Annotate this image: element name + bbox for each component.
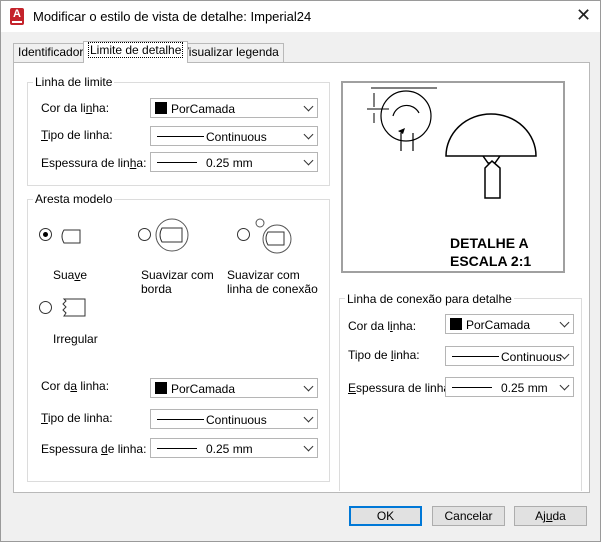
chevron-down-icon — [303, 412, 314, 423]
chevron-down-icon — [303, 155, 314, 166]
close-icon[interactable]: ✕ — [576, 6, 591, 24]
autocad-app-icon: A — [10, 8, 24, 25]
chevron-down-icon — [559, 317, 570, 328]
smooth-with-connection-icon — [255, 218, 292, 254]
linetype-sample — [452, 356, 499, 357]
boundary-color-select[interactable]: PorCamada — [150, 98, 318, 118]
connection-color-select[interactable]: PorCamada — [445, 314, 574, 334]
tab-identifier[interactable]: Identificador — [13, 43, 89, 62]
help-button[interactable]: Ajuda — [514, 506, 587, 526]
color-swatch — [155, 382, 167, 394]
window-title: Modificar o estilo de vista de detalhe: … — [33, 9, 312, 24]
connection-line-title: Linha de conexão para detalhe — [345, 292, 514, 306]
boundary-weight-label: Espessura de linha: — [41, 156, 147, 170]
radio-smooth-with-border[interactable] — [138, 228, 151, 241]
edge-type-select[interactable]: Continuous — [150, 409, 318, 429]
preview-image: DETALHE A ESCALA 2:1 — [341, 81, 565, 273]
edge-weight-select[interactable]: 0.25 mm — [150, 438, 318, 458]
lineweight-sample — [157, 448, 197, 449]
smooth-label: Suave — [53, 268, 88, 282]
connection-weight-select[interactable]: 0.25 mm — [445, 377, 574, 397]
smooth-with-border-icon — [155, 218, 189, 252]
chevron-down-icon — [303, 381, 314, 392]
smooth-edge-icon — [61, 229, 81, 244]
boundary-type-select[interactable]: Continuous — [150, 126, 318, 146]
color-swatch — [450, 318, 462, 330]
connection-weight-label: Espessura de linha: — [348, 381, 454, 395]
title-bar: A Modificar o estilo de vista de detalhe… — [1, 1, 600, 32]
tab-view-label[interactable]: Visualizar legenda — [176, 43, 284, 62]
chevron-down-icon — [303, 101, 314, 112]
radio-jagged[interactable] — [39, 301, 52, 314]
radio-smooth[interactable] — [39, 228, 52, 241]
smooth-with-border-label: Suavizar com borda — [141, 268, 214, 296]
jagged-label: Irregular — [53, 332, 98, 346]
preview-title-line2: ESCALA 2:1 — [450, 253, 532, 269]
boundary-color-label: Cor da linha: — [41, 101, 110, 115]
connection-type-label: Tipo de linha: — [348, 348, 420, 362]
boundary-type-label: Tipo de linha: — [41, 128, 113, 142]
boundary-weight-select[interactable]: 0.25 mm — [150, 152, 318, 172]
linetype-sample — [157, 136, 204, 137]
edge-weight-label: Espessura de linha: — [41, 442, 147, 456]
connection-color-label: Cor da linha: — [348, 319, 417, 333]
edge-color-select[interactable]: PorCamada — [150, 378, 318, 398]
radio-smooth-with-connection[interactable] — [237, 228, 250, 241]
chevron-down-icon — [303, 441, 314, 452]
model-edge-title: Aresta modelo — [33, 192, 115, 206]
connection-type-select[interactable]: Continuous — [445, 346, 574, 366]
tab-detail-boundary[interactable]: Limite de detalhe — [83, 41, 189, 63]
preview-title-line1: DETALHE A — [450, 235, 529, 251]
ok-button[interactable]: OK — [349, 506, 422, 526]
lineweight-sample — [452, 387, 492, 388]
boundary-line-title: Linha de limite — [33, 75, 115, 89]
edge-color-label: Cor da linha: — [41, 379, 110, 393]
edge-type-label: Tipo de linha: — [41, 411, 113, 425]
lineweight-sample — [157, 162, 197, 163]
chevron-down-icon — [559, 380, 570, 391]
chevron-down-icon — [303, 129, 314, 140]
smooth-with-connection-label: Suavizar com linha de conexão — [227, 268, 318, 296]
jagged-edge-icon — [62, 298, 86, 317]
color-swatch — [155, 102, 167, 114]
cancel-button[interactable]: Cancelar — [432, 506, 505, 526]
linetype-sample — [157, 419, 204, 420]
